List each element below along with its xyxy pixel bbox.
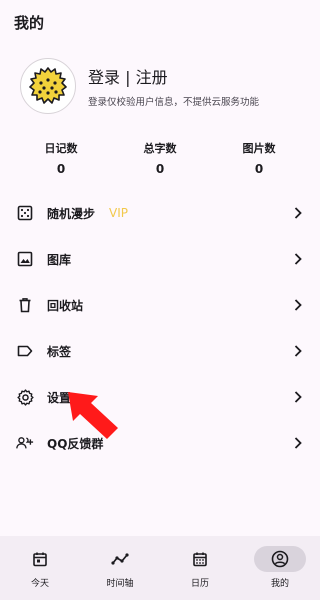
- menu-item-label: 标签: [47, 344, 72, 359]
- nav-tab-mine[interactable]: 我的: [240, 536, 320, 600]
- stat-diary-count: 日记数 0: [12, 140, 110, 180]
- stat-label: 图片数: [242, 142, 276, 155]
- menu-item-trash[interactable]: 回收站: [0, 282, 320, 328]
- group-add-icon: [16, 434, 34, 452]
- dice-icon: [16, 204, 34, 222]
- stat-image-count: 图片数 0: [210, 140, 308, 180]
- calendar-day-icon: [33, 552, 47, 567]
- page-title: 我的: [14, 14, 45, 32]
- login-register-link[interactable]: 登录 | 注册: [88, 64, 259, 88]
- chevron-right-icon: [294, 253, 302, 265]
- bottom-nav: 今天 时间轴 日历 我的: [0, 536, 320, 600]
- menu-item-random-walk[interactable]: 随机漫步 VIP: [0, 190, 320, 236]
- account-icon: [271, 550, 289, 568]
- stat-value: 0: [155, 162, 165, 176]
- stat-value: 0: [254, 162, 264, 176]
- nav-icon-container: [254, 546, 306, 572]
- menu-item-qq-feedback[interactable]: QQ反馈群: [0, 420, 320, 466]
- nav-icon-container: [14, 546, 66, 572]
- durian-icon: [29, 67, 67, 104]
- menu-item-label: 回收站: [47, 298, 84, 313]
- nav-tab-label: 时间轴: [106, 579, 134, 589]
- image-icon: [16, 250, 34, 268]
- timeline-icon: [111, 553, 129, 565]
- nav-tab-label: 我的: [270, 579, 289, 589]
- vip-badge: VIP: [109, 206, 128, 220]
- chevron-right-icon: [294, 345, 302, 357]
- nav-tab-today[interactable]: 今天: [0, 536, 80, 600]
- menu-item-gallery[interactable]: 图库: [0, 236, 320, 282]
- chevron-right-icon: [294, 391, 302, 403]
- menu-item-label: 随机漫步: [47, 206, 96, 221]
- profile-card[interactable]: 登录 | 注册 登录仅校验用户信息，不提供云服务功能: [20, 56, 310, 116]
- gear-icon: [16, 388, 34, 406]
- login-description: 登录仅校验用户信息，不提供云服务功能: [88, 97, 260, 108]
- menu-item-label: 图库: [47, 252, 72, 267]
- tag-icon: [16, 342, 34, 360]
- avatar[interactable]: [20, 58, 76, 114]
- red-arrow-annotation: [68, 392, 118, 439]
- nav-tab-label: 今天: [30, 579, 49, 589]
- nav-icon-container: [174, 546, 226, 572]
- menu-item-settings[interactable]: 设置: [0, 374, 320, 420]
- stats-row: 日记数 0 总字数 0 图片数 0: [12, 140, 308, 180]
- chevron-right-icon: [294, 207, 302, 219]
- stat-word-count: 总字数 0: [111, 140, 209, 180]
- stat-label: 总字数: [143, 142, 177, 155]
- stat-value: 0: [56, 162, 66, 176]
- chevron-right-icon: [294, 437, 302, 449]
- menu-list: 随机漫步 VIP 图库 回收站 标签 设置 QQ反馈群: [0, 190, 320, 466]
- stat-label: 日记数: [44, 142, 78, 155]
- nav-tab-calendar[interactable]: 日历: [160, 536, 240, 600]
- nav-tab-label: 日历: [190, 579, 209, 589]
- nav-icon-container: [94, 546, 146, 572]
- trash-icon: [16, 296, 34, 314]
- chevron-right-icon: [294, 299, 302, 311]
- nav-tab-timeline[interactable]: 时间轴: [80, 536, 160, 600]
- calendar-icon: [193, 552, 207, 567]
- menu-item-tags[interactable]: 标签: [0, 328, 320, 374]
